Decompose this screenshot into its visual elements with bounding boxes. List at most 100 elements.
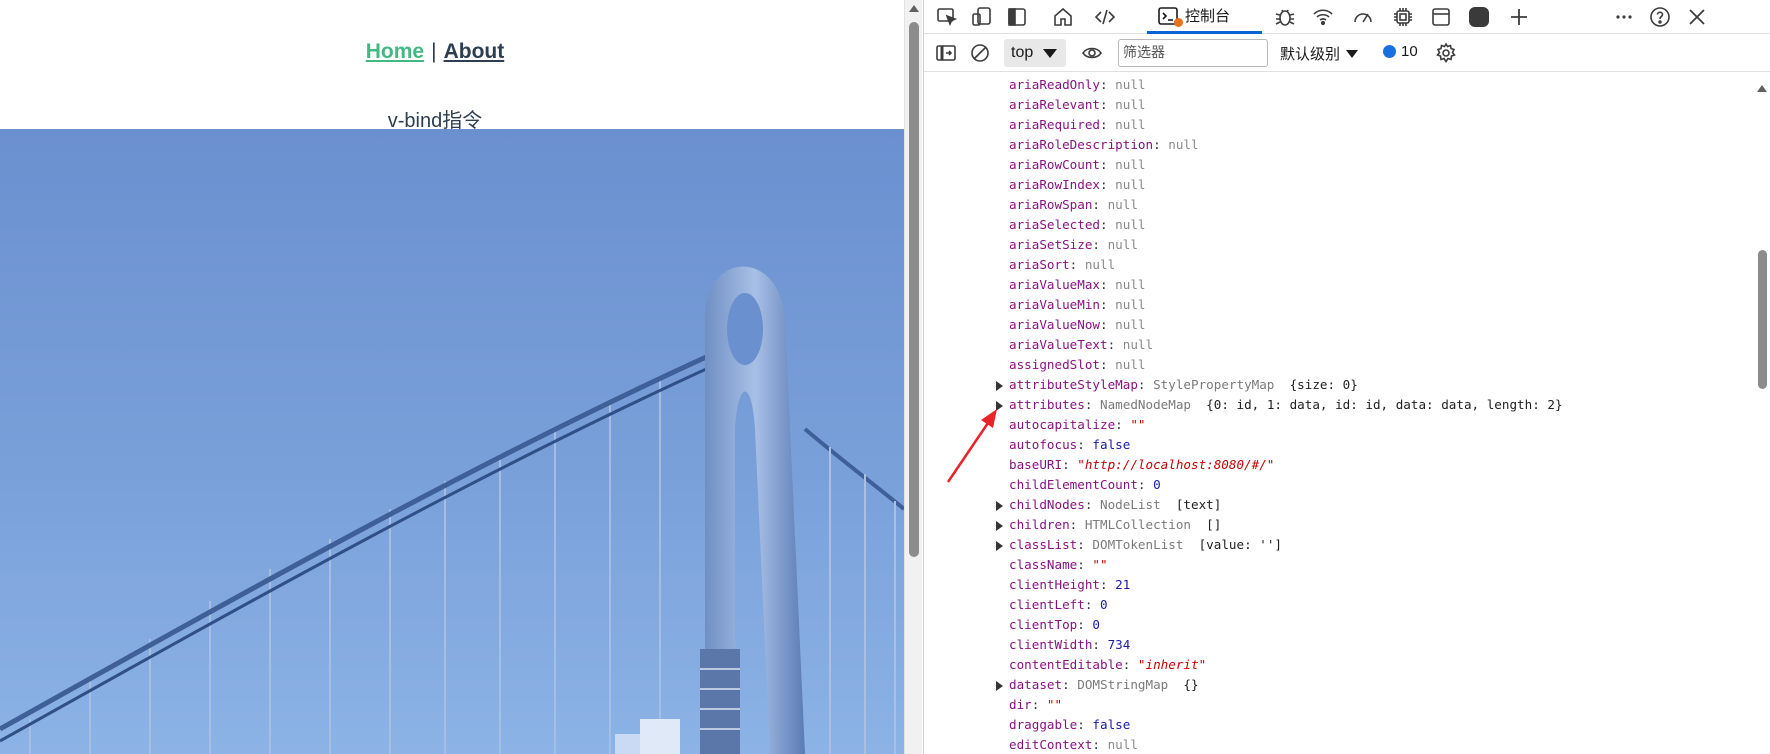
property-preview: [] [1206,517,1222,532]
scroll-up-arrow-icon[interactable] [909,5,919,12]
elements-icon[interactable] [1091,3,1119,31]
property-key: ariaRowCount [1009,157,1100,172]
message-bubble-icon [1383,45,1396,58]
property-key: autofocus [1009,437,1078,452]
property-value: null [1122,337,1154,352]
expand-triangle-icon[interactable] [996,521,1003,531]
property-row: ariaSetSize: null [1009,237,1138,252]
property-key: dataset [1009,677,1063,692]
property-preview: {} [1183,677,1199,692]
sources-bug-icon[interactable] [1271,3,1299,31]
expand-triangle-icon[interactable] [996,401,1003,411]
property-row: clientTop: 0 [1009,617,1101,632]
performance-gauge-icon[interactable] [1349,3,1377,31]
property-row: ariaValueMax: null [1009,277,1146,292]
network-wifi-icon[interactable] [1309,3,1337,31]
bridge-photo [0,129,904,754]
property-row[interactable]: attributeStyleMap: StylePropertyMap {siz… [996,375,1358,395]
close-icon[interactable] [1683,3,1711,31]
property-key: clientWidth [1009,637,1093,652]
context-select-value: top [1011,44,1034,61]
context-select[interactable]: top [1004,39,1066,67]
console-scrollbar[interactable] [1754,73,1770,754]
property-value: 734 [1107,637,1131,652]
property-row[interactable]: classList: DOMTokenList [value: ''] [996,535,1282,555]
property-row: childElementCount: 0 [1009,477,1161,492]
property-key: clientTop [1009,617,1078,632]
property-value: null [1107,197,1138,212]
property-value: null [1115,77,1146,92]
console-settings-gear-icon[interactable] [1432,39,1460,67]
expand-triangle-icon[interactable] [996,541,1003,551]
page-scrollbar[interactable] [904,0,922,754]
live-expression-eye-icon[interactable] [1078,39,1106,67]
add-tab-icon[interactable] [1505,3,1533,31]
expand-triangle-icon[interactable] [996,681,1003,691]
property-key: attributes [1009,397,1085,412]
home-icon[interactable] [1049,3,1077,31]
clear-console-icon[interactable] [966,39,994,67]
property-value: "" [1092,557,1108,572]
sidebar-toggle-icon[interactable] [932,39,960,67]
property-type: DOMTokenList [1092,537,1184,552]
property-row: ariaValueText: null [1009,337,1154,352]
property-value: null [1115,297,1146,312]
property-row: baseURI: "http://localhost:8080/#/" [1009,457,1275,472]
property-row: ariaRelevant: null [1009,97,1146,112]
property-key: draggable [1009,717,1078,732]
expand-triangle-icon[interactable] [996,381,1003,391]
nav-link-home[interactable]: Home [366,40,424,63]
property-value: null [1115,157,1146,172]
property-row[interactable]: attributes: NamedNodeMap {0: id, 1: data… [996,395,1563,415]
application-icon[interactable] [1427,3,1455,31]
property-key: autocapitalize [1009,417,1116,432]
property-key: ariaRequired [1009,117,1100,132]
property-value: 0 [1092,617,1101,632]
help-icon[interactable] [1646,3,1674,31]
more-icon[interactable] [1610,3,1638,31]
tab-console[interactable]: 控制台 [1147,0,1262,34]
property-row[interactable]: dataset: DOMStringMap {} [996,675,1199,695]
expand-triangle-icon[interactable] [996,501,1003,511]
property-key: classList [1009,537,1078,552]
property-row[interactable]: childNodes: NodeList [text] [996,495,1221,515]
property-row: editContext: null [1009,737,1138,752]
property-value: null [1168,137,1199,152]
property-key: editContext [1009,737,1093,752]
inspect-icon[interactable] [933,3,961,31]
nav-link-about[interactable]: About [444,40,505,63]
property-key: ariaSetSize [1009,237,1093,252]
property-row: ariaValueNow: null [1009,317,1146,332]
message-count-badge[interactable]: 10 [1383,43,1418,60]
nav-separator: | [431,40,437,63]
property-value: false [1092,717,1131,732]
console-scroll-thumb[interactable] [1758,250,1767,389]
device-emulation-icon[interactable] [968,3,996,31]
property-value: null [1115,177,1146,192]
property-key: baseURI [1009,457,1063,472]
filter-input[interactable] [1118,39,1268,67]
page-scroll-thumb[interactable] [909,22,919,557]
log-level-label: 默认级别 [1280,46,1341,63]
panel-toggle-icon[interactable] [1003,3,1031,31]
property-row[interactable]: children: HTMLCollection [] [996,515,1222,535]
memory-chip-icon[interactable] [1389,3,1417,31]
record-icon[interactable] [1465,3,1493,31]
property-row: assignedSlot: null [1009,357,1146,372]
property-value: "" [1046,697,1063,712]
property-row: clientLeft: 0 [1009,597,1108,612]
property-row: autofocus: false [1009,437,1131,452]
property-key: ariaValueMax [1009,277,1100,292]
property-preview: {0: id, 1: data, id: id, data: data, len… [1206,397,1563,412]
chevron-down-icon [1346,49,1359,58]
log-level-select[interactable]: 默认级别 [1280,43,1359,64]
property-row: ariaReadOnly: null [1009,77,1146,92]
devtools-tab-bar: 控制台 [924,0,1770,34]
property-key: attributeStyleMap [1009,377,1138,392]
property-row: clientHeight: 21 [1009,577,1131,592]
property-key: contentEditable [1009,657,1123,672]
property-type: StylePropertyMap [1153,377,1275,392]
scroll-up-arrow-icon[interactable] [1757,85,1767,92]
property-row: ariaRowCount: null [1009,157,1146,172]
property-value: null [1107,737,1138,752]
